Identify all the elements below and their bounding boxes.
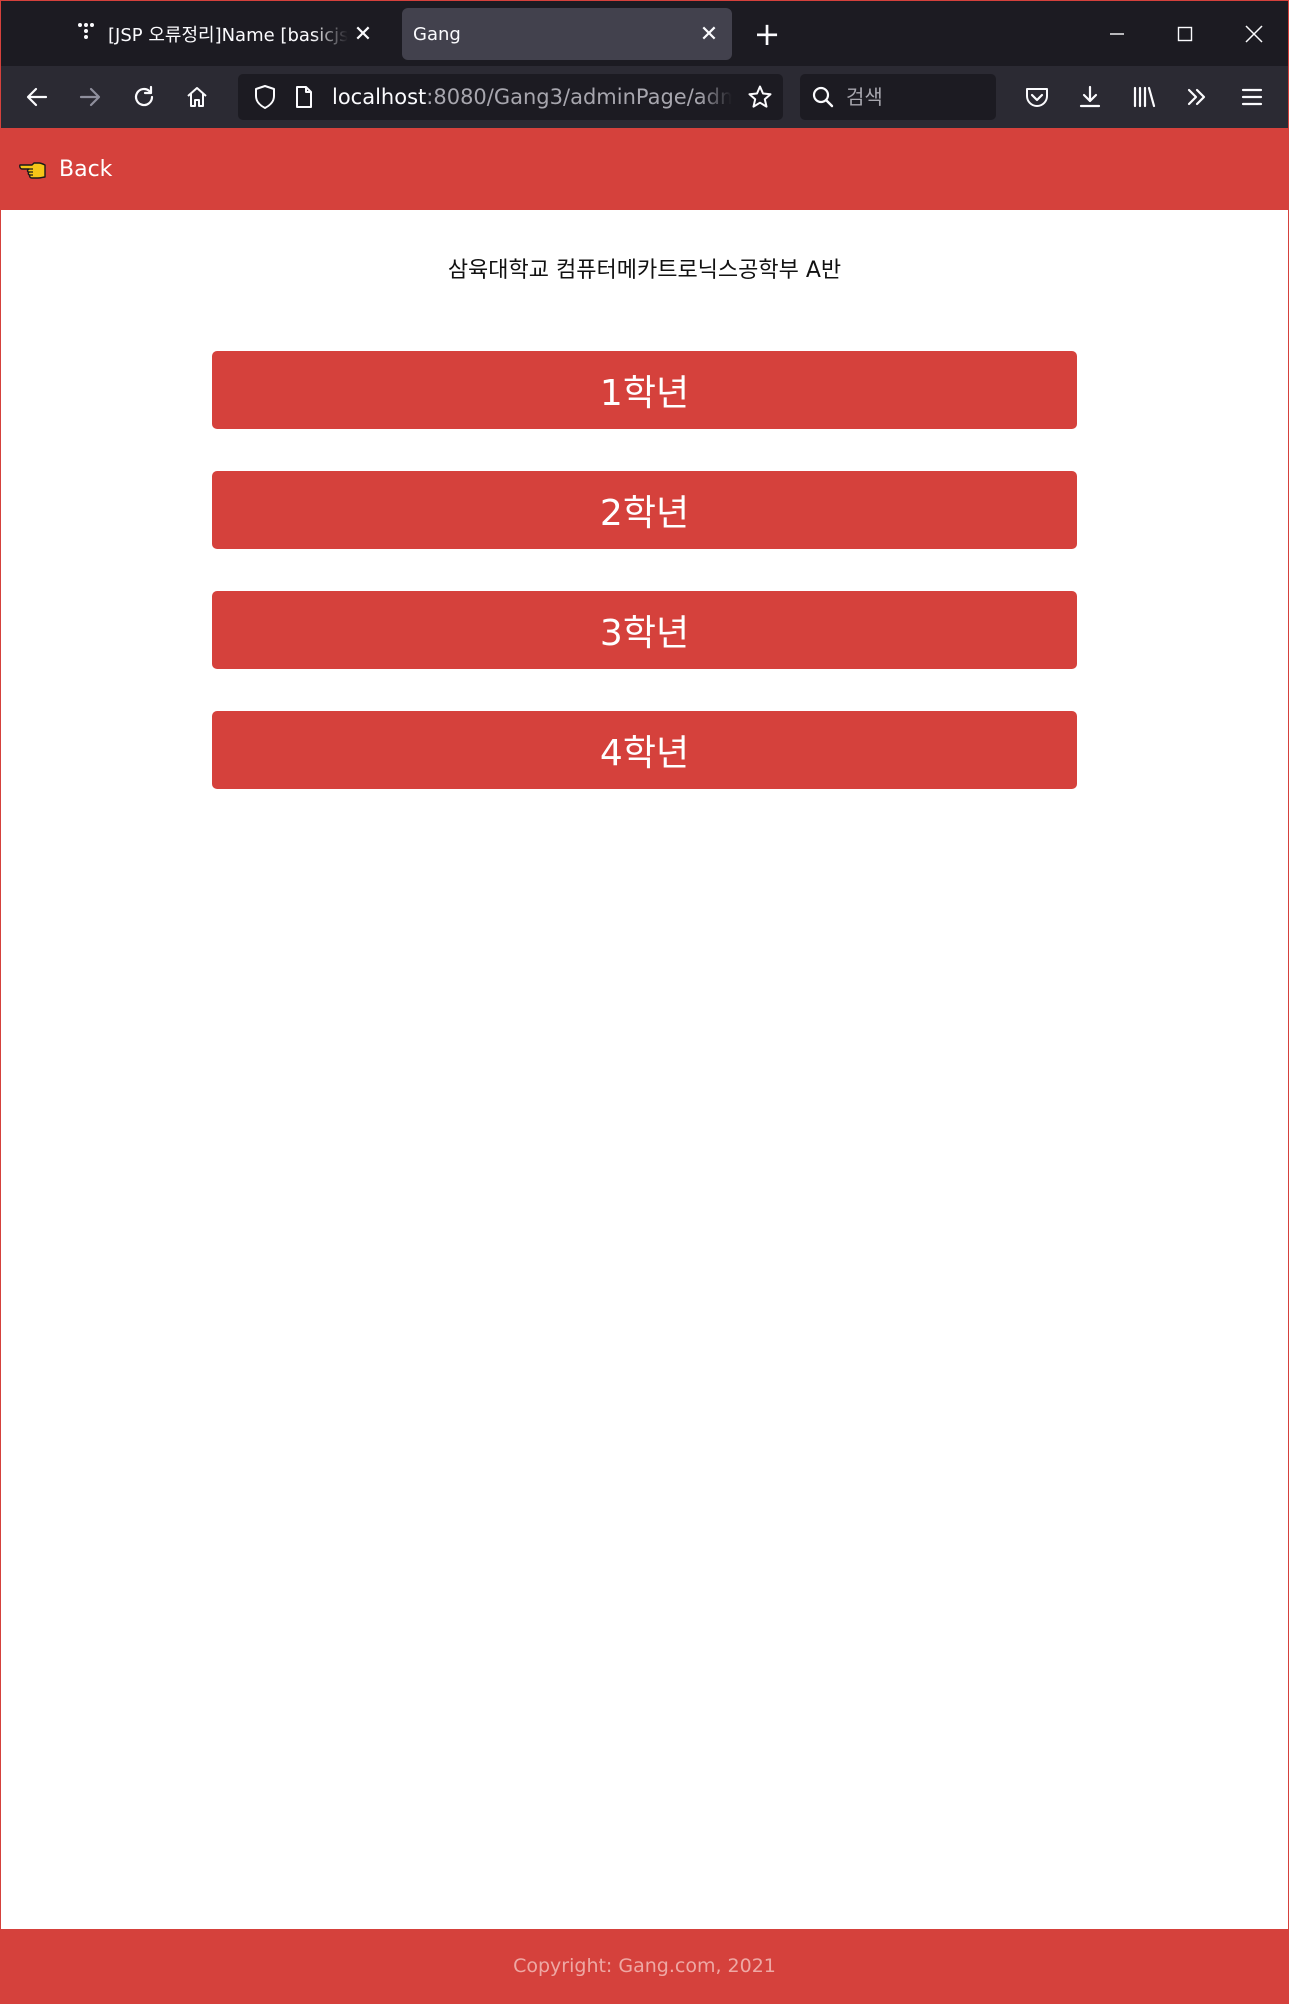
tab-title: [JSP 오류정리]Name [basicjsp] is not bound i… [108, 25, 348, 46]
search-bar[interactable]: 검색 [800, 74, 996, 120]
tistory-favicon-icon [78, 23, 98, 43]
minimize-icon[interactable] [1092, 10, 1142, 58]
tab-gang[interactable]: Gang ✕ [402, 8, 732, 60]
grade-2-button[interactable]: 2학년 [212, 471, 1077, 549]
url-path: :8080/Gang3/adminPage/admin.html [426, 85, 732, 109]
url-text[interactable]: localhost:8080/Gang3/adminPage/admin.htm… [332, 74, 732, 120]
overflow-chevrons-icon[interactable] [1179, 79, 1215, 115]
tab-jsp-error[interactable]: [JSP 오류정리]Name [basicjsp] is not bound i… [68, 8, 386, 60]
grade-3-button[interactable]: 3학년 [212, 591, 1077, 669]
tab-title: Gang [413, 23, 461, 45]
download-icon[interactable] [1072, 79, 1108, 115]
close-tab-icon[interactable]: ✕ [348, 19, 378, 49]
navigation-toolbar: localhost:8080/Gang3/adminPage/admin.htm… [0, 66, 1289, 128]
pocket-icon[interactable] [1019, 79, 1055, 115]
grade-1-button[interactable]: 1학년 [212, 351, 1077, 429]
hamburger-menu-icon[interactable] [1234, 79, 1270, 115]
home-icon[interactable] [179, 79, 215, 115]
grade-4-button[interactable]: 4학년 [212, 711, 1077, 789]
url-host: localhost [332, 85, 427, 109]
maximize-icon[interactable] [1160, 10, 1210, 58]
reload-icon[interactable] [126, 79, 162, 115]
back-arrow-icon[interactable] [19, 79, 55, 115]
forward-arrow-icon[interactable] [72, 79, 108, 115]
search-input[interactable]: 검색 [846, 74, 883, 120]
window-border [0, 0, 1289, 2004]
bookmark-star-icon[interactable] [742, 79, 778, 115]
library-icon[interactable] [1126, 79, 1162, 115]
back-link[interactable]: Back [19, 152, 112, 186]
copyright-text: Copyright: Gang.com, 2021 [513, 1955, 776, 1977]
page-info-icon[interactable] [286, 79, 322, 115]
close-tab-icon[interactable]: ✕ [694, 19, 724, 49]
pointing-hand-icon [19, 162, 46, 179]
new-tab-button[interactable]: + [748, 16, 786, 54]
page-footer: Copyright: Gang.com, 2021 [1, 1929, 1288, 2004]
search-icon [805, 79, 841, 115]
shield-icon[interactable] [247, 79, 283, 115]
tab-strip: [JSP 오류정리]Name [basicjsp] is not bound i… [0, 0, 1289, 66]
page-header: Back [1, 128, 1288, 210]
back-label: Back [59, 156, 113, 182]
address-bar[interactable]: localhost:8080/Gang3/adminPage/admin.htm… [238, 74, 783, 120]
close-window-icon[interactable] [1229, 10, 1279, 58]
page-subtitle: 삼육대학교 컴퓨터메카트로닉스공학부 A반 [447, 258, 842, 283]
